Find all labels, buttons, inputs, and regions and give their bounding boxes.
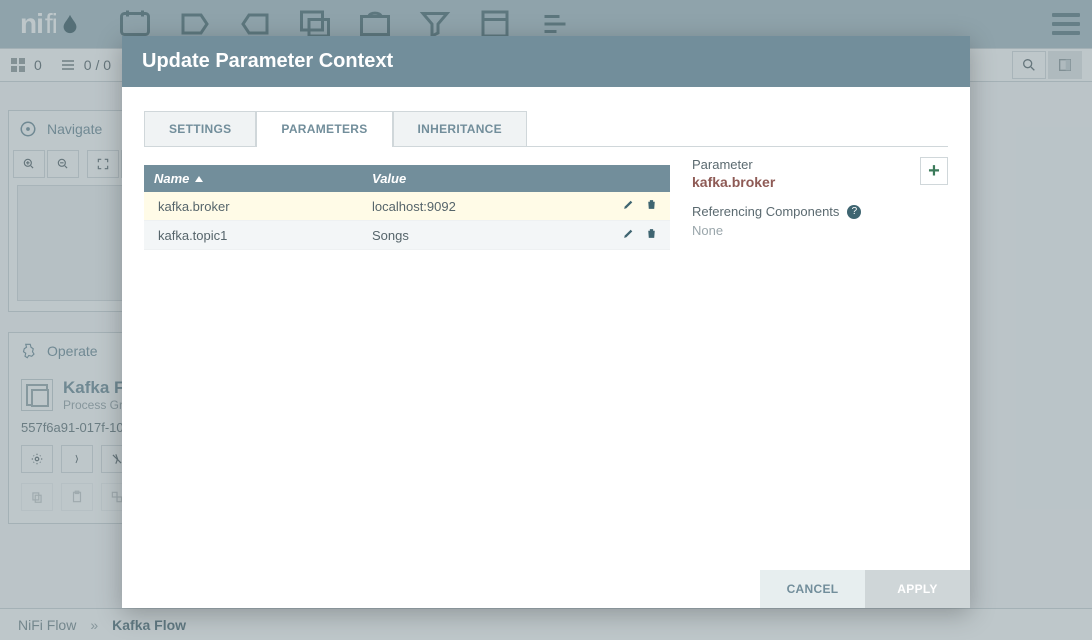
table-row[interactable]: kafka.topic1 Songs (144, 221, 670, 250)
apply-button[interactable]: APPLY (865, 570, 970, 608)
selected-parameter-name: kafka.broker (692, 174, 948, 190)
tab-settings[interactable]: SETTINGS (144, 111, 256, 146)
help-icon[interactable]: ? (847, 205, 861, 219)
parameter-table-header: Name Value (144, 165, 670, 192)
edit-icon[interactable] (622, 198, 635, 214)
tab-inheritance[interactable]: INHERITANCE (393, 111, 527, 146)
dialog-title: Update Parameter Context (122, 36, 970, 87)
param-name-cell: kafka.broker (144, 193, 362, 220)
parameter-label: Parameter (692, 157, 948, 172)
column-value[interactable]: Value (362, 165, 670, 192)
cancel-button[interactable]: CANCEL (760, 570, 865, 608)
referencing-components-label: Referencing Components (692, 204, 839, 219)
delete-icon[interactable] (645, 227, 658, 243)
param-name-cell: kafka.topic1 (144, 222, 362, 249)
column-name[interactable]: Name (154, 171, 189, 186)
update-parameter-context-dialog: Update Parameter Context SETTINGS PARAME… (122, 36, 970, 608)
param-value-cell: localhost:9092 (362, 193, 610, 220)
delete-icon[interactable] (645, 198, 658, 214)
sort-asc-icon (195, 176, 203, 182)
table-row[interactable]: kafka.broker localhost:9092 (144, 192, 670, 221)
edit-icon[interactable] (622, 227, 635, 243)
param-value-cell: Songs (362, 222, 610, 249)
referencing-none: None (692, 223, 948, 238)
tab-parameters[interactable]: PARAMETERS (256, 111, 392, 146)
